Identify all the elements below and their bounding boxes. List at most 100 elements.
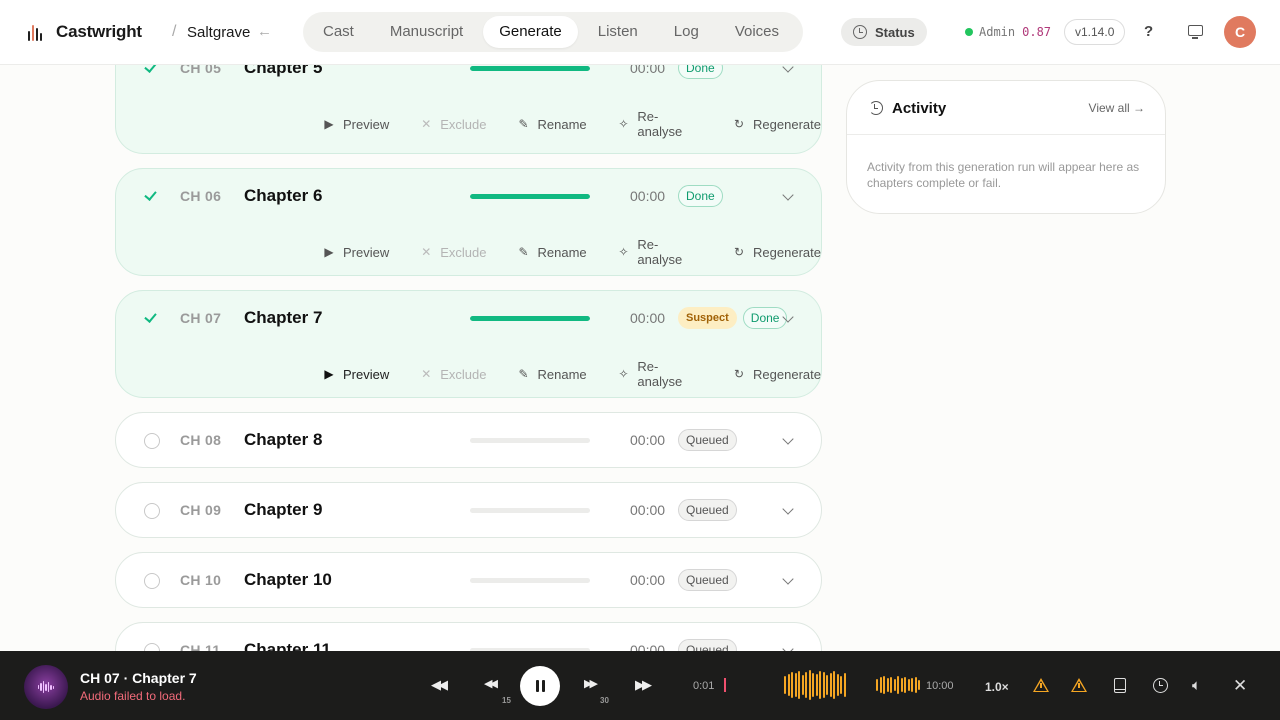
preview-button[interactable]: ▶ Preview	[322, 245, 389, 260]
book-icon[interactable]	[1114, 678, 1126, 693]
app-name: Castwright	[56, 22, 142, 41]
chapter-title: Chapter 6	[244, 186, 323, 205]
chapter-card[interactable]: CH 06 Chapter 6 00:00 Done ▶ Preview ✕ Exclude ✎…	[115, 168, 822, 276]
chapter-title: Chapter 10	[244, 570, 332, 589]
tab-voices[interactable]: Voices	[719, 16, 795, 48]
track-cover-icon	[24, 665, 68, 709]
help-button[interactable]: ?	[1144, 23, 1153, 40]
chapter-progress-bar	[470, 578, 590, 583]
arrow-left-icon[interactable]: ←	[257, 23, 272, 40]
history-icon	[869, 101, 883, 115]
preview-button[interactable]: ▶ Preview	[322, 367, 389, 382]
chapter-progress-bar	[470, 316, 590, 321]
status-button[interactable]: Status	[841, 18, 927, 46]
chapter-number: CH 06	[180, 188, 222, 204]
reanalyse-button[interactable]: ✧ Re-analyse	[617, 237, 702, 267]
action-label: Regenerate	[753, 116, 821, 132]
app-logo[interactable]: Castwright	[28, 22, 142, 42]
exclude-button[interactable]: ✕ Exclude	[419, 367, 486, 382]
action-label: Re-analyse	[637, 237, 683, 267]
exclude-icon: ✕	[421, 117, 432, 131]
badge-group: Suspect Done	[678, 307, 788, 329]
current-time: 0:01	[693, 680, 715, 692]
badge-group: Queued	[678, 429, 737, 451]
waveform-segment[interactable]	[784, 668, 846, 702]
clock-icon[interactable]	[1153, 678, 1168, 693]
view-all-link[interactable]: View all →	[1089, 101, 1145, 115]
status-badge: Queued	[678, 429, 737, 451]
reanalyse-button[interactable]: ✧ Re-analyse	[617, 109, 702, 139]
chapter-row[interactable]: CH 08 Chapter 8 00:00 Queued	[116, 413, 821, 469]
status-badge: Queued	[678, 569, 737, 591]
exclude-button[interactable]: ✕ Exclude	[419, 245, 486, 260]
rewind-icon[interactable]: ◀◀	[484, 677, 498, 690]
chapter-row[interactable]: CH 10 Chapter 10 00:00 Queued	[116, 553, 821, 609]
chapter-row[interactable]: CH 06 Chapter 6 00:00 Done	[116, 169, 821, 225]
warning-icon[interactable]	[1071, 678, 1087, 692]
chapter-card[interactable]: CH 07 Chapter 7 00:00 Suspect Done ▶ Preview ✕ E…	[115, 290, 822, 398]
rename-button[interactable]: ✎ Rename	[517, 117, 586, 132]
chapter-row[interactable]: CH 09 Chapter 9 00:00 Queued	[116, 483, 821, 539]
chevron-down-icon[interactable]	[782, 433, 794, 445]
select-checkbox[interactable]	[144, 433, 160, 449]
regenerate-button[interactable]: ↻ Regenerate	[732, 367, 821, 382]
breadcrumb-separator: /	[172, 23, 177, 40]
tab-log[interactable]: Log	[658, 16, 715, 48]
check-icon	[144, 311, 158, 325]
action-label: Regenerate	[753, 244, 821, 260]
warning-icon[interactable]	[1033, 678, 1049, 692]
regenerate-icon: ↻	[734, 245, 745, 259]
tab-cast[interactable]: Cast	[307, 16, 370, 48]
online-dot-icon	[965, 28, 973, 36]
chapter-card[interactable]: CH 09 Chapter 9 00:00 Queued	[115, 482, 822, 538]
previous-track-icon[interactable]: ◀◀	[431, 677, 448, 693]
check-icon	[144, 189, 158, 203]
close-icon[interactable]: ✕	[1233, 676, 1247, 696]
status-badge: Done	[742, 307, 788, 329]
preview-icon: ▶	[324, 367, 334, 381]
pause-button[interactable]	[520, 666, 560, 706]
status-badge: Suspect	[678, 307, 737, 329]
chevron-down-icon[interactable]	[782, 189, 794, 201]
action-label: Rename	[537, 244, 587, 260]
rename-button[interactable]: ✎ Rename	[517, 244, 587, 260]
speed-button[interactable]: 1.0×	[985, 680, 1009, 694]
version-badge[interactable]: v1.14.0	[1064, 19, 1126, 45]
rename-button[interactable]: ✎ Rename	[517, 366, 587, 382]
action-label: Exclude	[440, 116, 487, 132]
chevron-down-icon[interactable]	[782, 503, 794, 515]
chapter-progress-bar	[470, 66, 590, 71]
project-name[interactable]: Saltgrave	[187, 24, 250, 41]
exclude-button[interactable]: ✕ Exclude	[419, 117, 486, 132]
regenerate-icon: ↻	[734, 367, 745, 381]
chapter-duration: 00:00	[630, 188, 666, 204]
monitor-icon[interactable]	[1188, 25, 1203, 39]
volume-icon[interactable]: 🔈︎	[1192, 677, 1201, 694]
playhead[interactable]	[724, 678, 726, 692]
chapter-duration: 00:00	[630, 310, 666, 326]
regenerate-button[interactable]: ↻ Regenerate	[732, 245, 821, 260]
reanalyse-button[interactable]: ✧ Re-analyse	[617, 359, 702, 389]
avatar[interactable]: C	[1224, 16, 1256, 48]
chapter-progress-bar	[470, 438, 590, 443]
chevron-down-icon[interactable]	[782, 573, 794, 585]
action-label: Re-analyse	[637, 359, 683, 389]
forward-seconds: 30	[600, 696, 609, 705]
tab-manuscript[interactable]: Manuscript	[374, 16, 479, 48]
waveform-segment[interactable]	[876, 668, 920, 702]
chapter-card[interactable]: CH 08 Chapter 8 00:00 Queued	[115, 412, 822, 468]
tab-generate[interactable]: Generate	[483, 16, 578, 48]
top-header: Castwright / Saltgrave ← Cast Manuscript G…	[0, 0, 1280, 65]
next-track-icon[interactable]: ▶▶	[635, 677, 652, 693]
tab-listen[interactable]: Listen	[582, 16, 654, 48]
chapter-card[interactable]: CH 10 Chapter 10 00:00 Queued	[115, 552, 822, 608]
preview-button[interactable]: ▶ Preview	[322, 117, 389, 132]
regenerate-button[interactable]: ↻ Regenerate	[732, 117, 821, 132]
track-title: CH 07 · Chapter 7	[80, 670, 197, 686]
chapter-row[interactable]: CH 07 Chapter 7 00:00 Suspect Done	[116, 291, 821, 347]
select-checkbox[interactable]	[144, 573, 160, 589]
fast-forward-icon[interactable]: ▶▶	[584, 677, 598, 690]
select-checkbox[interactable]	[144, 503, 160, 519]
status-badge: Done	[678, 185, 723, 207]
action-label: Rename	[537, 366, 587, 382]
